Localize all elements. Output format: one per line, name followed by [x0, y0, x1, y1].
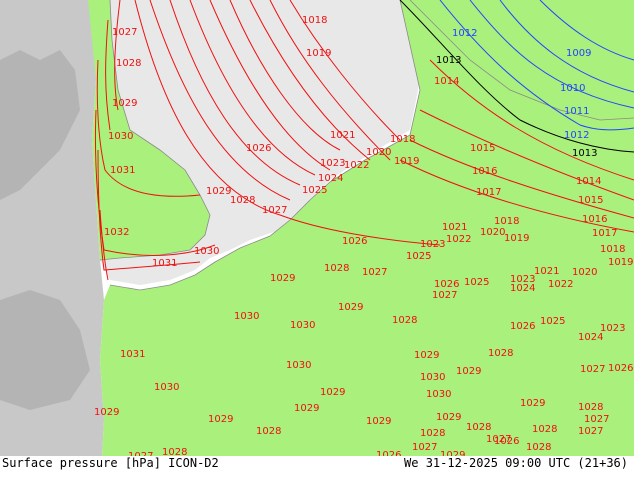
- isobar-label: 1026: [434, 279, 459, 290]
- isobar-label: 1020: [366, 147, 391, 158]
- isobar-label: 1016: [582, 214, 607, 225]
- isobar-label: 1029: [94, 407, 119, 418]
- isobar-label: 1019: [394, 156, 419, 167]
- isobar-label: 1028: [532, 424, 557, 435]
- isobar-label: 1018: [390, 134, 415, 145]
- isobar-label: 1015: [578, 195, 603, 206]
- isobar-label: 1019: [608, 257, 633, 268]
- isobar-label: 1027: [362, 267, 387, 278]
- isobar-label: 1030: [154, 382, 179, 393]
- isobar-label: 1027: [112, 27, 137, 38]
- isobar-label: 1015: [470, 143, 495, 154]
- isobar-label: 1028: [578, 402, 603, 413]
- isobar-label: 1029: [366, 416, 391, 427]
- isobar-label: 1014: [434, 76, 459, 87]
- isobar-label: 1010: [560, 83, 585, 94]
- isobar-label: 1025: [406, 251, 431, 262]
- isobar-label: 1030: [420, 372, 445, 383]
- isobar-label: 1012: [564, 130, 589, 141]
- isobar-label: 1023: [420, 239, 445, 250]
- isobar-label: 1031: [110, 165, 135, 176]
- isobar-label: 1012: [452, 28, 477, 39]
- isobar-label: 1017: [476, 187, 501, 198]
- isobar-label: 1029: [294, 403, 319, 414]
- isobar-label: 1030: [234, 311, 259, 322]
- isobar-label: 1028: [420, 428, 445, 439]
- isobar-label: 1025: [540, 316, 565, 327]
- isobar-label: 1029: [456, 366, 481, 377]
- isobar-label: 1027: [412, 442, 437, 453]
- isobar-label: 1028: [116, 58, 141, 69]
- isobar-label: 1011: [564, 106, 589, 117]
- isobar-label: 1029: [436, 412, 461, 423]
- isobar-label: 1014: [576, 176, 601, 187]
- isobar-label: 1017: [592, 228, 617, 239]
- isobar-label: 1029: [270, 273, 295, 284]
- isobar-label: 1028: [488, 348, 513, 359]
- isobar-label: 1018: [494, 216, 519, 227]
- isobar-label: 1028: [392, 315, 417, 326]
- map-title: Surface pressure [hPa] ICON-D2: [2, 456, 219, 470]
- isobar-label: 1028: [162, 447, 187, 456]
- isobar-label: 1030: [286, 360, 311, 371]
- isobar-label: 1022: [548, 279, 573, 290]
- isobar-label: 1032: [104, 227, 129, 238]
- isobar-label: 1027: [262, 205, 287, 216]
- map-footer: Surface pressure [hPa] ICON-D2 We 31-12-…: [0, 456, 634, 490]
- isobar-label: 1027: [584, 414, 609, 425]
- isobar-label: 1028: [324, 263, 349, 274]
- isobar-label: 1013: [572, 148, 597, 159]
- isobar-label: 1023: [600, 323, 625, 334]
- isobar-label: 1028: [230, 195, 255, 206]
- isobar-label: 1027: [580, 364, 605, 375]
- isobar-label: 1030: [290, 320, 315, 331]
- pressure-map: 1027 1028 1029 1030 1031 1032 1031 1018 …: [0, 0, 634, 456]
- isobar-label: 1028: [526, 442, 551, 453]
- isobar-label: 1029: [206, 186, 231, 197]
- isobar-label: 1026: [494, 436, 519, 447]
- isobar-label: 1029: [520, 398, 545, 409]
- isobar-label: 1030: [426, 389, 451, 400]
- isobar-label: 1029: [208, 414, 233, 425]
- isobar-label: 1025: [302, 185, 327, 196]
- isobar-label: 1029: [320, 387, 345, 398]
- isobar-label: 1026: [246, 143, 271, 154]
- isobar-label: 1013: [436, 55, 461, 66]
- isobar-label: 1018: [302, 15, 327, 26]
- isobar-label: 1023: [510, 274, 535, 285]
- isobar-label: 1029: [338, 302, 363, 313]
- isobar-label: 1029: [414, 350, 439, 361]
- isobar-label: 1026: [342, 236, 367, 247]
- isobar-label: 1025: [464, 277, 489, 288]
- isobar-label: 1027: [578, 426, 603, 437]
- isobar-label: 1016: [472, 166, 497, 177]
- isobar-label: 1022: [446, 234, 471, 245]
- map-canvas: 1027 1028 1029 1030 1031 1032 1031 1018 …: [0, 0, 634, 456]
- isobar-label: 1019: [306, 48, 331, 59]
- isobar-label: 1029: [112, 98, 137, 109]
- isobar-label: 1028: [466, 422, 491, 433]
- isobar-label: 1021: [534, 266, 559, 277]
- isobar-label: 1026: [608, 363, 633, 374]
- isobar-label: 1024: [318, 173, 343, 184]
- isobar-label: 1031: [152, 258, 177, 269]
- isobar-label: 1028: [256, 426, 281, 437]
- isobar-label: 1019: [504, 233, 529, 244]
- isobar-label: 1018: [600, 244, 625, 255]
- isobar-label: 1009: [566, 48, 591, 59]
- isobar-label: 1022: [344, 160, 369, 171]
- isobar-label: 1020: [480, 227, 505, 238]
- isobar-label: 1023: [320, 158, 345, 169]
- isobar-label: 1030: [194, 246, 219, 257]
- isobar-label: 1020: [572, 267, 597, 278]
- valid-time: We 31-12-2025 09:00 UTC (21+36): [404, 456, 628, 470]
- isobar-label: 1021: [330, 130, 355, 141]
- isobar-label: 1021: [442, 222, 467, 233]
- isobar-label: 1026: [510, 321, 535, 332]
- isobar-label: 1027: [432, 290, 457, 301]
- isobar-label: 1031: [120, 349, 145, 360]
- isobar-label: 1030: [108, 131, 133, 142]
